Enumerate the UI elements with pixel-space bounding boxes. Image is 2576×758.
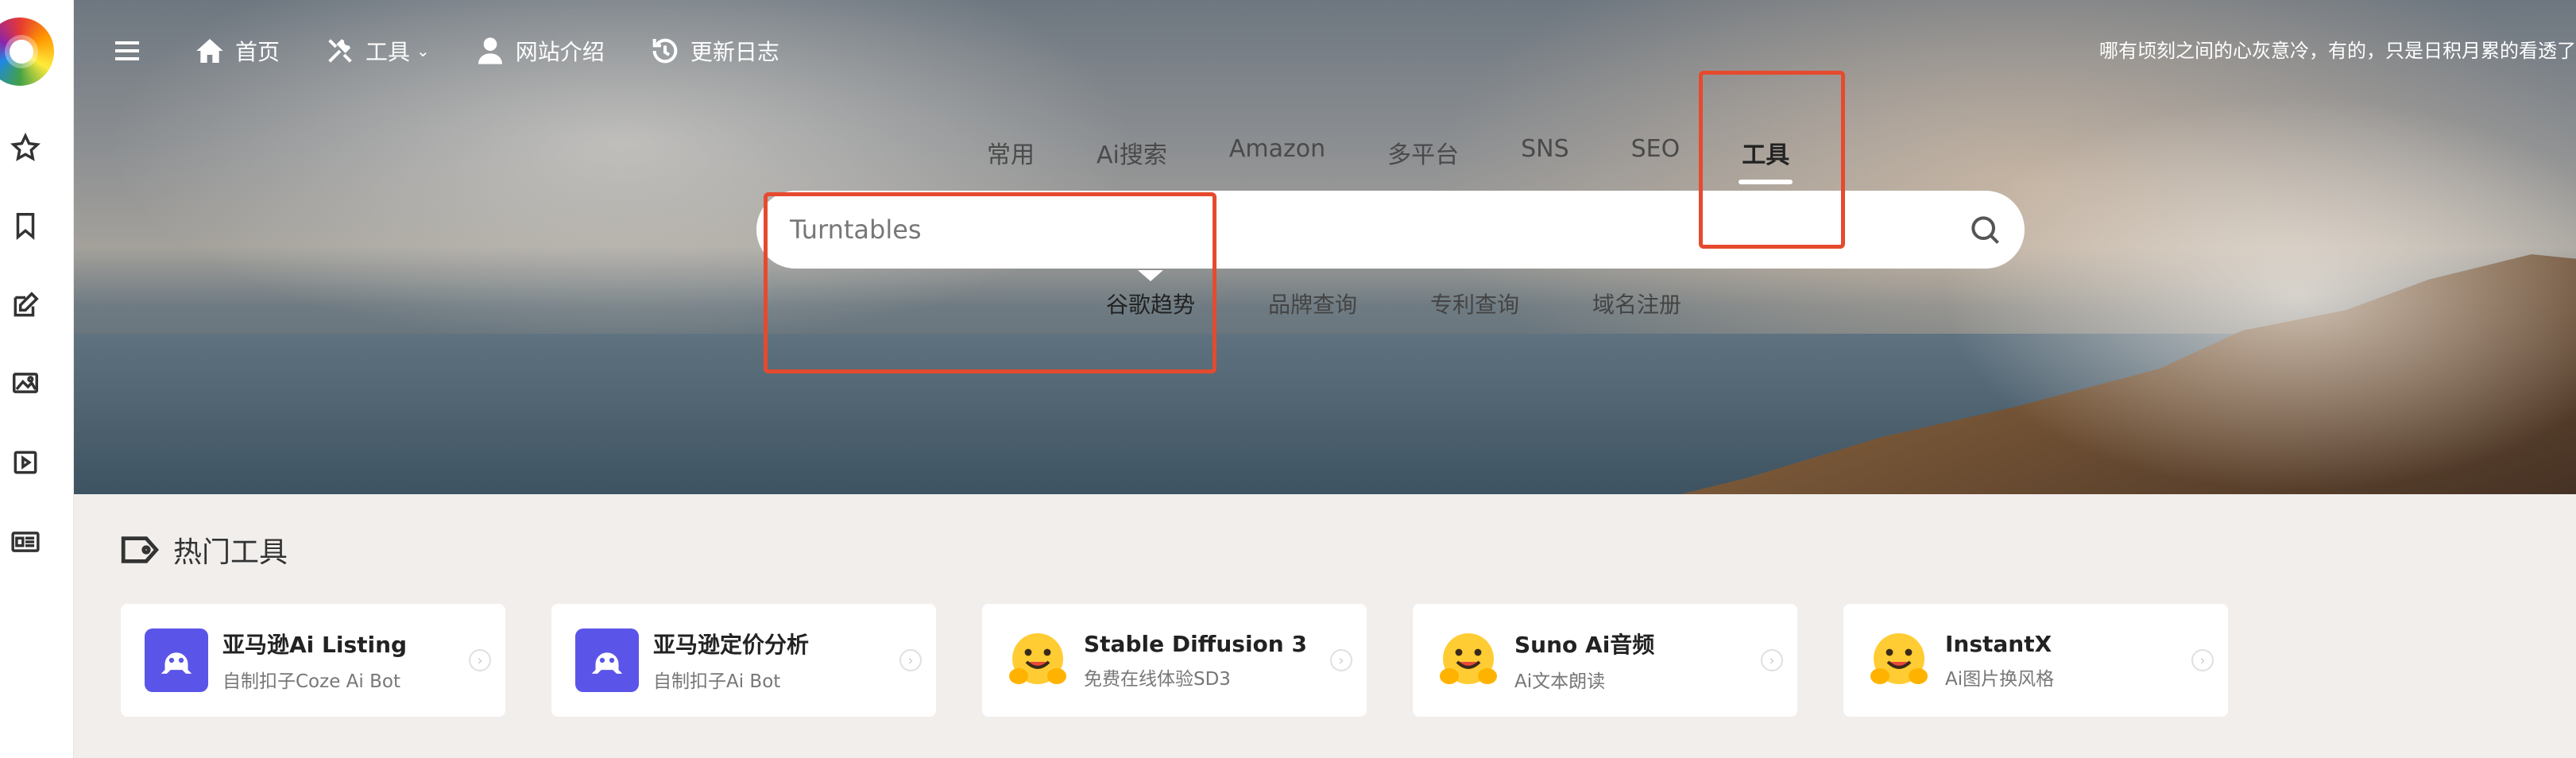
tag-icon [121,536,159,563]
bookmark-icon[interactable] [10,210,41,242]
nav-home-label: 首页 [235,39,280,65]
tool-card[interactable]: InstantX Ai图片换风格 › [1843,604,2228,717]
tool-desc: Ai文本朗读 [1514,671,1606,692]
hot-tools-title: 热门工具 [173,536,288,569]
menu-toggle[interactable] [111,35,153,67]
annotation-box-tools-tab [1699,71,1845,249]
tab-seo[interactable]: SEO [1631,135,1681,170]
coze-icon [575,628,639,692]
tool-desc: 自制扣子Ai Bot [653,671,781,692]
history-icon [652,38,678,64]
nav-tools-label: 工具 [366,39,411,65]
search-button[interactable] [1967,212,2002,247]
subtab-brand-lookup[interactable]: 品牌查询 [1268,288,1357,319]
tools-icon [328,39,352,63]
tab-sns[interactable]: SNS [1521,135,1569,170]
tool-card[interactable]: 亚马逊Ai Listing 自制扣子Coze Ai Bot › [121,604,505,717]
tool-desc: Ai图片换风格 [1945,668,2055,690]
chevron-right-icon: › [2191,649,2214,671]
subtab-domain-register[interactable]: 域名注册 [1592,288,1681,319]
hamburger-icon [115,41,139,60]
tool-name: 亚马逊定价分析 [653,632,810,658]
tab-multi-platform[interactable]: 多平台 [1387,135,1459,170]
home-icon [196,39,223,63]
tool-card[interactable]: Stable Diffusion 3 免费在线体验SD3 › [982,604,1367,717]
annotation-box-search-subtab [764,192,1216,373]
tool-name: Suno Ai音频 [1514,632,1655,658]
tool-name: InstantX [1945,630,2052,657]
top-nav: 首页 工具 ⌄ 网站介绍 更新日志 [111,29,824,73]
left-sidebar [0,0,74,758]
tab-ai-search[interactable]: Ai搜索 [1097,135,1167,170]
nav-tools[interactable]: 工具 ⌄ [324,35,430,67]
image-icon[interactable] [10,367,41,399]
chevron-right-icon: › [1330,649,1352,671]
hot-tools-heading: 热门工具 [121,529,288,570]
edit-icon[interactable] [10,289,41,321]
nav-about[interactable]: 网站介绍 [474,35,605,67]
chevron-right-icon: › [899,649,922,671]
chevron-right-icon: › [1761,649,1783,671]
hugging-face-icon [1437,628,1500,692]
coze-icon [145,628,208,692]
site-logo[interactable] [0,17,54,86]
tool-card[interactable]: Suno Ai音频 Ai文本朗读 › [1413,604,1797,717]
chevron-right-icon: › [469,649,491,671]
subtab-patent-lookup[interactable]: 专利查询 [1430,288,1519,319]
tab-common[interactable]: 常用 [987,135,1035,170]
star-icon[interactable] [10,132,41,164]
nav-home[interactable]: 首页 [194,35,280,67]
nav-about-label: 网站介绍 [515,39,605,65]
news-icon[interactable] [10,526,41,558]
chevron-down-icon: ⌄ [416,41,430,60]
header-tagline: 哪有顷刻之间的心灰意冷，有的，只是日积月累的看透了 [2099,40,2576,62]
nav-changelog[interactable]: 更新日志 [649,35,779,67]
hot-tools-list: 亚马逊Ai Listing 自制扣子Coze Ai Bot › 亚马逊定价分析 … [121,604,2274,717]
tool-card[interactable]: 亚马逊定价分析 自制扣子Ai Bot › [551,604,936,717]
nav-changelog-label: 更新日志 [690,39,779,65]
tool-name: 亚马逊Ai Listing [222,632,408,658]
hugging-face-icon [1867,628,1931,692]
tool-desc: 自制扣子Coze Ai Bot [222,671,400,692]
tool-name: Stable Diffusion 3 [1084,630,1307,657]
tool-desc: 免费在线体验SD3 [1084,668,1231,690]
hugging-face-icon [1006,628,1069,692]
user-icon [478,37,502,64]
play-icon[interactable] [10,447,41,478]
tab-amazon[interactable]: Amazon [1229,135,1325,170]
search-icon [1971,216,1999,244]
